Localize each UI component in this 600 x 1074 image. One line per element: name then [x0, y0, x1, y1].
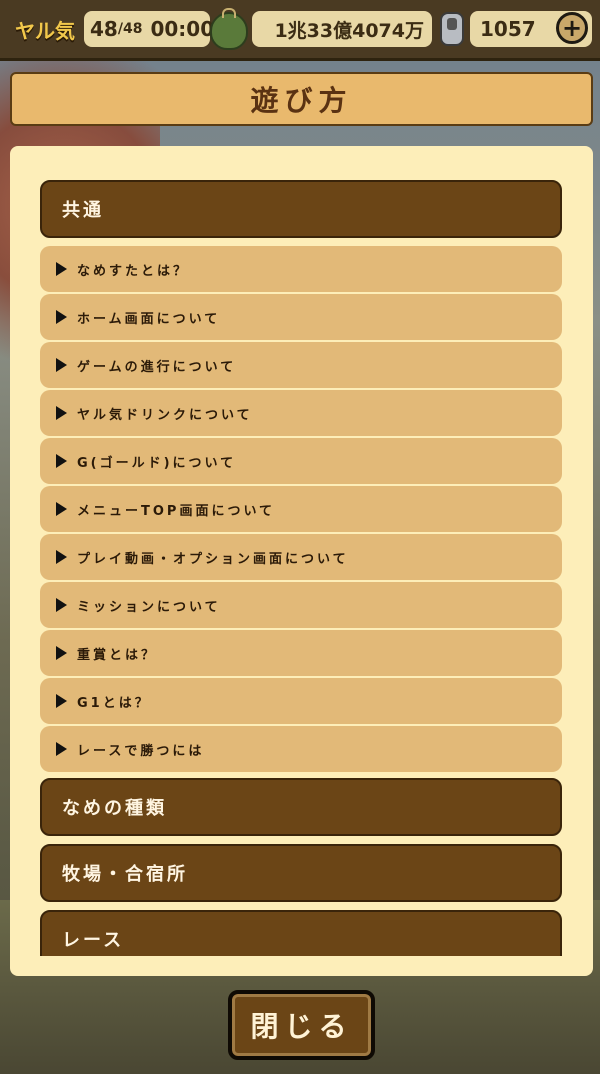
list-item-label: G(ゴールド)について — [77, 455, 237, 471]
expand-arrow-icon — [56, 454, 67, 468]
drink-can-icon — [440, 12, 464, 46]
section-nameko-types[interactable]: なめの種類 — [40, 778, 562, 836]
expand-arrow-icon — [56, 694, 67, 708]
list-item[interactable]: ミッションについて — [40, 582, 562, 628]
help-panel: 共通 なめすたとは？ ホーム画面について ゲームの進行について ヤル気ドリンクに… — [10, 146, 593, 976]
help-list[interactable]: 共通 なめすたとは？ ホーム画面について ゲームの進行について ヤル気ドリンクに… — [40, 180, 562, 956]
stamina-timer: 00:00 — [150, 17, 215, 41]
list-item-label: レースで勝つには — [77, 743, 205, 759]
list-item-label: メニューTOP画面について — [77, 503, 276, 519]
list-item[interactable]: 重賞とは？ — [40, 630, 562, 676]
expand-arrow-icon — [56, 262, 67, 276]
gold-amount: 1兆33億4074万 — [274, 19, 424, 42]
section-label: なめの種類 — [62, 798, 167, 819]
plus-icon[interactable]: + — [556, 12, 588, 44]
drink-amount: 1057 — [480, 17, 536, 41]
status-bar: ヤル気 48 /48 00:00 1兆33億4074万 1057 + — [0, 0, 600, 61]
expand-arrow-icon — [56, 358, 67, 372]
list-item[interactable]: G1とは？ — [40, 678, 562, 724]
close-button[interactable]: 閉じる — [228, 990, 375, 1060]
section-race[interactable]: レース — [40, 910, 562, 956]
gold-counter: 1兆33億4074万 — [252, 11, 432, 47]
stamina-current: 48 — [90, 17, 118, 41]
list-item-label: 重賞とは？ — [77, 647, 158, 663]
list-item[interactable]: ホーム画面について — [40, 294, 562, 340]
section-common[interactable]: 共通 — [40, 180, 562, 238]
section-label: 共通 — [62, 200, 104, 221]
expand-arrow-icon — [56, 742, 67, 756]
list-item[interactable]: レースで勝つには — [40, 726, 562, 772]
coin-purse-icon — [210, 8, 248, 50]
section-label: レース — [62, 930, 125, 951]
page-title-bar: 遊び方 — [10, 72, 593, 126]
expand-arrow-icon — [56, 550, 67, 564]
expand-arrow-icon — [56, 310, 67, 324]
expand-arrow-icon — [56, 502, 67, 516]
close-button-label: 閉じる — [250, 1010, 353, 1043]
drink-counter: 1057 + — [470, 11, 592, 47]
list-item-label: なめすたとは？ — [77, 263, 190, 279]
section-label: 牧場・合宿所 — [62, 864, 188, 885]
stamina-counter: 48 /48 00:00 — [84, 11, 214, 47]
list-item-label: ミッションについて — [77, 599, 221, 615]
yaruki-label: ヤル気 — [15, 18, 75, 43]
expand-arrow-icon — [56, 598, 67, 612]
list-item[interactable]: なめすたとは？ — [40, 246, 562, 292]
expand-arrow-icon — [56, 406, 67, 420]
list-item[interactable]: ゲームの進行について — [40, 342, 562, 388]
list-item-label: ゲームの進行について — [77, 359, 237, 375]
list-item[interactable]: メニューTOP画面について — [40, 486, 562, 532]
section-common-items: なめすたとは？ ホーム画面について ゲームの進行について ヤル気ドリンクについて… — [40, 246, 562, 772]
plus-symbol: + — [561, 14, 583, 42]
list-item-label: ヤル気ドリンクについて — [77, 407, 253, 423]
page-title: 遊び方 — [250, 84, 353, 117]
list-item-label: G1とは？ — [77, 695, 151, 711]
list-item[interactable]: G(ゴールド)について — [40, 438, 562, 484]
list-item[interactable]: プレイ動画・オプション画面について — [40, 534, 562, 580]
list-item-label: ホーム画面について — [77, 311, 221, 327]
list-item-label: プレイ動画・オプション画面について — [77, 551, 349, 567]
section-farm-camp[interactable]: 牧場・合宿所 — [40, 844, 562, 902]
list-item[interactable]: ヤル気ドリンクについて — [40, 390, 562, 436]
expand-arrow-icon — [56, 646, 67, 660]
stamina-max: /48 — [117, 21, 143, 37]
